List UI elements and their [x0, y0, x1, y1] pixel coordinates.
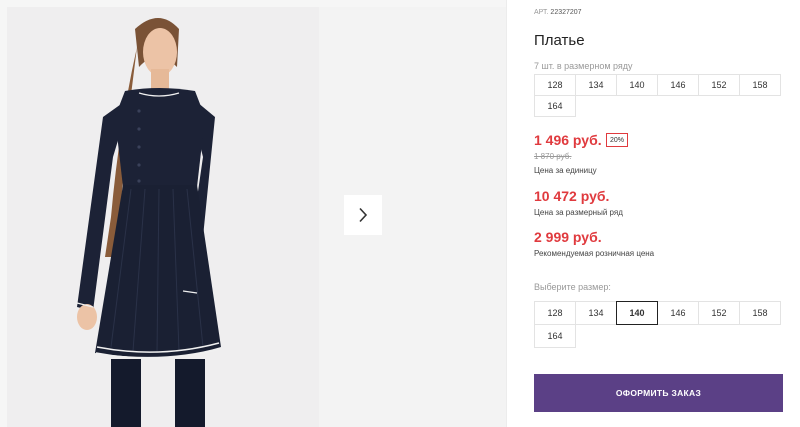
- article-number: АРТ. 22327207: [534, 9, 582, 16]
- panel-divider: [506, 0, 507, 427]
- order-button[interactable]: ОФОРМИТЬ ЗАКАЗ: [534, 374, 783, 412]
- retail-price-caption: Рекомендуемая розничная цена: [534, 249, 655, 258]
- article-label: АРТ.: [534, 9, 549, 16]
- gallery-next-button[interactable]: [344, 195, 382, 235]
- product-photo: [7, 7, 319, 427]
- size-option-158[interactable]: 158: [739, 301, 781, 325]
- range-size-128: 128: [534, 74, 576, 96]
- range-size-158: 158: [739, 74, 781, 96]
- size-range-grid: 128 134 140 146 152 158 164: [534, 74, 786, 117]
- product-gallery: [0, 0, 506, 427]
- discount-badge: 20%: [606, 133, 629, 147]
- unit-price: 1 496 руб.: [534, 132, 602, 148]
- size-option-128[interactable]: 128: [534, 301, 576, 325]
- size-option-134[interactable]: 134: [575, 301, 617, 325]
- range-size-146: 146: [657, 74, 699, 96]
- range-size-140: 140: [616, 74, 658, 96]
- range-hint: 7 шт. в размерном ряду: [534, 61, 633, 71]
- chevron-right-icon: [359, 207, 368, 223]
- size-option-164[interactable]: 164: [534, 324, 576, 348]
- product-photo-image: [7, 7, 319, 427]
- range-price: 10 472 руб.: [534, 188, 610, 204]
- article-value: 22327207: [550, 9, 582, 16]
- range-size-134: 134: [575, 74, 617, 96]
- select-size-hint: Выберите размер:: [534, 282, 611, 292]
- unit-price-caption: Цена за единицу: [534, 166, 597, 175]
- product-title: Платье: [534, 32, 585, 49]
- range-size-164: 164: [534, 95, 576, 117]
- size-selector: 128 134 140 146 152 158 164: [534, 301, 786, 348]
- retail-price: 2 999 руб.: [534, 229, 602, 245]
- range-price-caption: Цена за размерный ряд: [534, 208, 623, 217]
- size-option-140[interactable]: 140: [616, 301, 658, 325]
- size-option-152[interactable]: 152: [698, 301, 740, 325]
- old-price: 1 870 руб.: [534, 152, 572, 161]
- range-size-152: 152: [698, 74, 740, 96]
- size-option-146[interactable]: 146: [657, 301, 699, 325]
